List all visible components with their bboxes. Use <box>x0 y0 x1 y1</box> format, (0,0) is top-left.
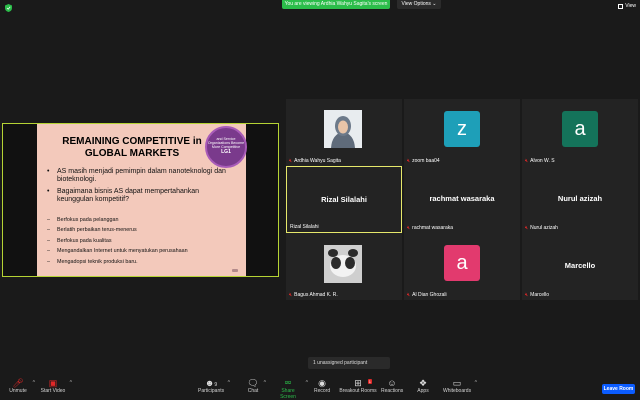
reactions-icon: ☺ <box>387 378 397 388</box>
apps-button[interactable]: ❖ Apps <box>416 378 430 394</box>
chevron-up-icon[interactable]: ^ <box>306 380 308 386</box>
screen-share-banner: You are viewing Ardhia Wahyu Sagita's sc… <box>282 0 390 9</box>
start-video-button[interactable]: ▣ Start Video ^ <box>40 378 72 394</box>
slide-title: REMAINING COMPETITIVE in GLOBAL MARKETS <box>62 136 202 159</box>
apps-label: Apps <box>417 388 429 394</box>
leave-room-button[interactable]: Leave Room <box>602 384 635 394</box>
participants-label: Participants <box>198 388 225 394</box>
share-screen-button[interactable]: ⮹ Share Screen ^ <box>274 378 308 400</box>
badge-code: LG1 <box>221 149 231 155</box>
avatar-letter: a <box>562 110 598 147</box>
presentation-slide: REMAINING COMPETITIVE in GLOBAL MARKETS … <box>37 124 247 276</box>
main-bullets: AS masih menjadi pemimpin dalam nanotekn… <box>47 168 237 208</box>
chevron-up-icon[interactable]: ^ <box>33 380 35 386</box>
badge-text: and Service Organizations Become More Co… <box>207 137 245 149</box>
participants-icon: ☻9 <box>204 378 218 388</box>
chat-label: Chat <box>247 388 259 394</box>
mic-off-icon: 🔇︎ <box>289 158 293 164</box>
meeting-toolbar: 🎤︎ Unmute ^ ▣ Start Video ^ ☻9 Participa… <box>0 375 640 400</box>
sub-bullets: Berfokus pada pelanggan Berlatih perbaik… <box>47 217 237 269</box>
participant-tile[interactable]: Nurul azizah 🔇︎ Nurul azizah <box>522 166 638 233</box>
reactions-label: Reactions <box>381 388 404 394</box>
mic-off-icon: 🔇︎ <box>525 158 529 164</box>
participant-name: Marcello <box>530 292 550 298</box>
participant-tile[interactable]: a 🔇︎ Alvon W. S <box>522 99 638 166</box>
share-screen-icon: ⮹ <box>284 378 292 388</box>
chat-icon: 🗨︎ <box>247 378 259 388</box>
mic-off-icon: 🔇︎ <box>525 225 529 231</box>
chevron-up-icon[interactable]: ^ <box>264 380 266 386</box>
bullet-item: AS masih menjadi pemimpin dalam nanotekn… <box>47 168 237 184</box>
mic-off-icon: 🔇︎ <box>407 292 411 298</box>
participant-tile[interactable]: a 🔇︎ Al Dian Ghozali <box>404 233 520 300</box>
avatar-letter: a <box>444 244 480 281</box>
slide-nav-indicator <box>232 269 238 272</box>
apps-icon: ❖ <box>418 378 428 388</box>
breakout-label: Breakout Rooms <box>339 388 377 394</box>
grid-icon <box>618 3 624 9</box>
share-screen-label: Share Screen <box>280 388 296 400</box>
breakout-rooms-button[interactable]: ⊞ 1 Breakout Rooms <box>338 378 378 394</box>
video-off-icon: ▣ <box>48 378 58 388</box>
unmute-label: Unmute <box>9 388 27 394</box>
bullet-item: Bagaimana bisnis AS dapat mempertahankan… <box>47 188 237 204</box>
sub-bullet-item: Mengandalkan Internet untuk menyatukan p… <box>47 248 237 254</box>
chevron-up-icon[interactable]: ^ <box>475 380 477 386</box>
shared-screen: REMAINING COMPETITIVE in GLOBAL MARKETS … <box>2 123 279 277</box>
breakout-badge: 1 <box>367 379 372 384</box>
mic-off-icon: 🔇︎ <box>407 158 411 164</box>
participant-tile[interactable]: 🔇︎ Ardhia Wahyu Sagita <box>286 99 402 166</box>
sub-bullet-item: Berfokus pada kualitas <box>47 238 237 244</box>
participant-name: Bagus Ahmad K. R. <box>294 292 338 298</box>
mic-muted-icon: 🎤︎ <box>12 378 24 388</box>
whiteboards-button[interactable]: ▭ Whiteboards ^ <box>443 378 477 394</box>
start-video-label: Start Video <box>40 388 66 394</box>
view-label: View <box>625 3 636 9</box>
participant-tile-active-speaker[interactable]: Rizal Silalahi Rizal Silalahi <box>286 166 402 233</box>
chevron-up-icon[interactable]: ^ <box>70 380 72 386</box>
participant-name: Alvon W. S <box>530 158 555 164</box>
breakout-rooms-icon: ⊞ <box>354 378 362 388</box>
participant-display-name: Nurul azizah <box>557 194 603 203</box>
view-options-button[interactable]: View Options ⌄ <box>397 0 441 9</box>
participant-name: rachmat wasaraka <box>412 225 454 231</box>
avatar-letter: z <box>444 110 480 147</box>
record-button[interactable]: ◉ Record <box>314 378 330 394</box>
participant-display-name: Marcello <box>564 261 596 270</box>
shield-icon[interactable] <box>5 4 12 12</box>
record-label: Record <box>314 388 331 394</box>
chat-button[interactable]: 🗨︎ Chat ^ <box>246 378 266 394</box>
participant-display-name: rachmat wasaraka <box>429 194 495 203</box>
participant-tile[interactable]: Marcello 🔇︎ Marcello <box>522 233 638 300</box>
participant-name: Ardhia Wahyu Sagita <box>294 158 341 164</box>
participant-photo <box>324 110 362 148</box>
participants-button[interactable]: ☻9 Participants ^ <box>198 378 230 394</box>
participant-name: Al Dian Ghozali <box>412 292 447 298</box>
participant-tile[interactable]: 🔇︎ Bagus Ahmad K. R. <box>286 233 402 300</box>
participant-display-name: Rizal Silalahi <box>321 195 367 204</box>
whiteboard-icon: ▭ <box>452 378 462 388</box>
whiteboards-label: Whiteboards <box>443 388 472 394</box>
record-icon: ◉ <box>318 378 326 388</box>
unassigned-participant-toast[interactable]: 1 unassigned participant <box>308 357 390 369</box>
participant-tile[interactable]: rachmat wasaraka 🔇︎ rachmat wasaraka <box>404 166 520 233</box>
sub-bullet-item: Berfokus pada pelanggan <box>47 217 237 223</box>
participant-name: zoom baa04 <box>412 158 440 164</box>
learning-goal-badge: and Service Organizations Become More Co… <box>205 126 247 168</box>
mic-off-icon: 🔇︎ <box>289 292 293 298</box>
sub-bullet-item: Mengadopsi teknik produksi baru. <box>47 259 237 265</box>
mic-off-icon: 🔇︎ <box>525 292 529 298</box>
chevron-up-icon[interactable]: ^ <box>228 380 230 386</box>
reactions-button[interactable]: ☺ Reactions <box>381 378 403 394</box>
participant-tile[interactable]: z 🔇︎ zoom baa04 <box>404 99 520 166</box>
mic-off-icon: 🔇︎ <box>407 225 411 231</box>
sub-bullet-item: Berlatih perbaikan terus-menerus <box>47 227 237 233</box>
participant-name: Nurul azizah <box>530 225 558 231</box>
view-button[interactable]: View <box>618 3 636 9</box>
participant-name: Rizal Silalahi <box>290 224 319 230</box>
unmute-button[interactable]: 🎤︎ Unmute ^ <box>7 378 35 394</box>
participant-photo <box>324 245 362 283</box>
